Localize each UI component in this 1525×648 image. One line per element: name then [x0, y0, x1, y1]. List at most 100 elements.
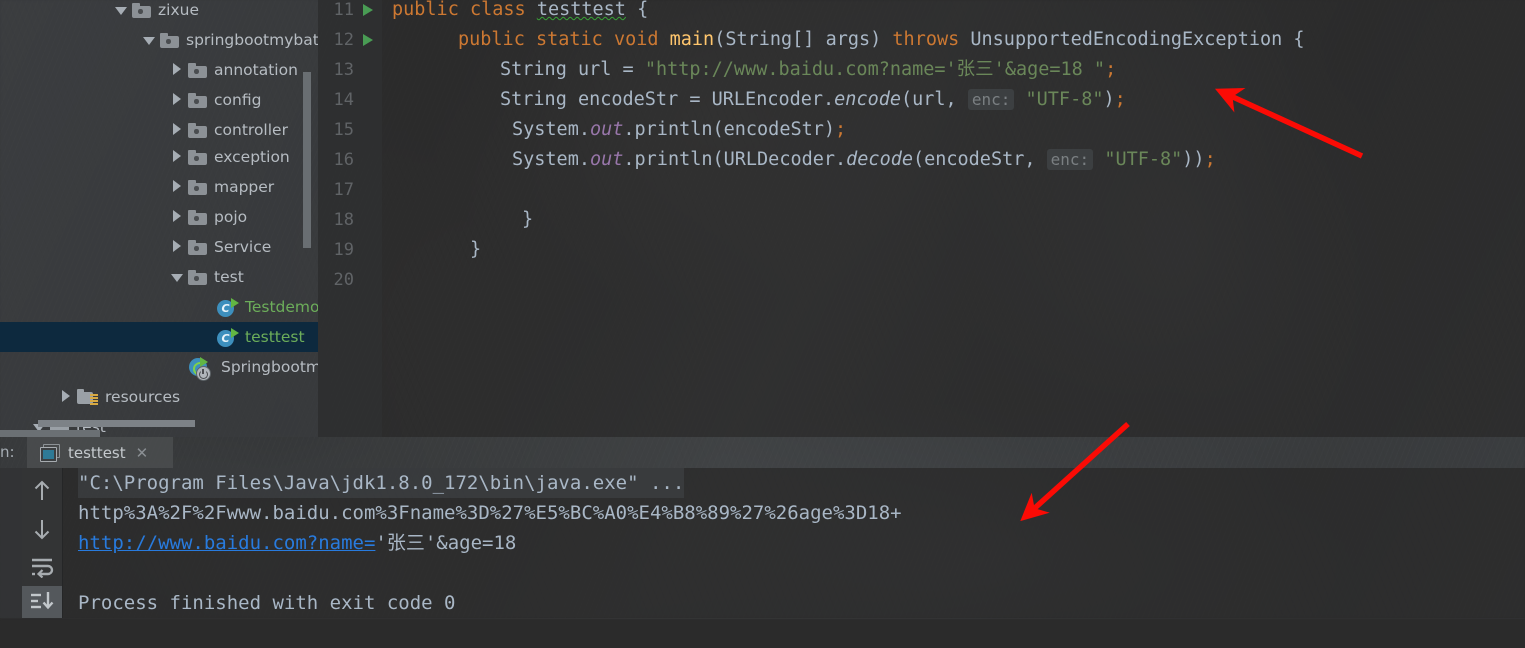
twisty-right-icon[interactable]: [166, 148, 188, 166]
close-brace: }: [470, 239, 482, 260]
gutter-line: 19: [318, 235, 382, 265]
string-literal-utf8: "UTF-8": [1025, 89, 1104, 110]
scroll-to-end-icon[interactable]: [22, 586, 62, 618]
soft-wrap-glyph: [32, 558, 54, 578]
java-class-run-icon: C: [217, 297, 239, 317]
soft-wrap-icon[interactable]: [22, 548, 62, 586]
class-name: testtest: [536, 0, 626, 20]
field-out: out: [589, 119, 624, 140]
code-line-12: public static void main(String[] args) t…: [458, 25, 1305, 55]
sidebar-vertical-scrollbar[interactable]: [303, 72, 311, 248]
console-line-process-finished: Process finished with exit code 0: [78, 592, 456, 614]
gutter-line: 18: [318, 205, 382, 235]
tree-item-pojo[interactable]: pojo: [0, 202, 318, 232]
tree-item-service[interactable]: Service: [0, 232, 318, 262]
code-editor[interactable]: 11 12 13 14 15 16 17 18 19 20 public cla…: [318, 0, 1525, 437]
twisty-right-icon[interactable]: [166, 91, 188, 109]
console-line-java-command: "C:\Program Files\Java\jdk1.8.0_172\bin\…: [78, 468, 685, 498]
project-tool-window[interactable]: zixue springbootmybat annotation config: [0, 0, 318, 437]
resources-folder-icon: [77, 389, 98, 405]
twisty-down-icon[interactable]: [166, 268, 188, 286]
class-system: System: [512, 119, 579, 140]
console-output-text[interactable]: "C:\Program Files\Java\jdk1.8.0_172\bin\…: [62, 468, 1525, 618]
close-brace: }: [522, 209, 534, 230]
dot: .: [823, 89, 835, 110]
sidebar-horizontal-scrollbar-secondary[interactable]: [0, 430, 100, 437]
twisty-down-icon[interactable]: [138, 31, 160, 49]
tree-item-test-package[interactable]: test: [0, 262, 318, 292]
class-system: System: [512, 149, 579, 170]
twisty-down-icon[interactable]: [110, 1, 132, 19]
console-toolbar[interactable]: [0, 468, 63, 618]
twisty-right-icon[interactable]: [55, 388, 77, 406]
semicolon: ;: [1114, 89, 1126, 110]
run-gutter-icon[interactable]: [363, 4, 373, 16]
tree-item-config[interactable]: config: [0, 85, 318, 115]
run-tab-testtest[interactable]: testtest ✕: [27, 437, 173, 468]
tree-item-controller[interactable]: controller: [0, 115, 318, 145]
tree-item-testtest[interactable]: C testtest: [0, 322, 318, 352]
tree-item-resources[interactable]: resources: [0, 382, 318, 412]
exception-type: UnsupportedEncodingException: [970, 29, 1283, 50]
editor-text-area[interactable]: public class testtest { public static vo…: [382, 0, 1525, 437]
up-arrow-glyph: [34, 480, 50, 500]
spring-boot-app-icon: [189, 356, 214, 381]
editor-gutter[interactable]: 11 12 13 14 15 16 17 18 19 20: [318, 0, 382, 437]
open-brace: {: [1293, 29, 1305, 50]
string-literal-utf8: "UTF-8": [1104, 149, 1183, 170]
dot: .: [578, 149, 590, 170]
console-line-decoded-url[interactable]: http://www.baidu.com?name='张三'&age=18: [78, 528, 516, 558]
tree-item-label: Testdemo: [245, 298, 318, 316]
equals-operator: =: [689, 89, 701, 110]
code-line-13: String url = "http://www.baidu.com?name=…: [500, 55, 1116, 85]
code-line-11: public class testtest {: [392, 0, 648, 25]
gutter-line: 14: [318, 85, 382, 115]
variable-url: url: [577, 59, 612, 80]
type-string: String: [500, 59, 567, 80]
line-number: 20: [333, 270, 354, 290]
equals-operator: =: [622, 59, 634, 80]
close-paren: )): [1182, 149, 1205, 170]
package-folder-icon: [188, 239, 207, 255]
method-params: (String[] args): [714, 29, 882, 50]
run-gutter-icon[interactable]: [363, 34, 373, 46]
package-folder-icon: [188, 209, 207, 225]
tree-item-springbootmybatis[interactable]: springbootmybat: [0, 25, 318, 55]
dot: .: [578, 119, 590, 140]
parameter-hint-enc: enc:: [967, 89, 1015, 110]
twisty-right-icon[interactable]: [166, 121, 188, 139]
class-urlencoder: URLEncoder: [711, 89, 824, 110]
tree-item-label: exception: [214, 148, 290, 166]
gutter-line: 11: [318, 0, 382, 25]
sidebar-horizontal-scrollbar[interactable]: [38, 420, 195, 427]
run-console-panel[interactable]: "C:\Program Files\Java\jdk1.8.0_172\bin\…: [0, 468, 1525, 618]
twisty-right-icon[interactable]: [166, 61, 188, 79]
tree-item-label: zixue: [158, 1, 199, 19]
method-println: println(URLDecoder.: [634, 149, 847, 170]
twisty-right-icon[interactable]: [166, 178, 188, 196]
twisty-right-icon[interactable]: [166, 208, 188, 226]
down-arrow-icon[interactable]: [22, 510, 62, 548]
run-tab-label: testtest: [68, 443, 126, 462]
field-out: out: [589, 149, 624, 170]
java-class-run-icon: C: [217, 327, 239, 347]
parameter-hint-enc: enc:: [1046, 149, 1094, 170]
tree-item-testdemo[interactable]: C Testdemo: [0, 292, 318, 322]
up-arrow-icon[interactable]: [22, 472, 62, 510]
close-icon[interactable]: ✕: [136, 444, 149, 462]
keyword-static: static: [535, 29, 603, 50]
console-hyperlink[interactable]: http://www.baidu.com?name=: [78, 532, 375, 554]
tree-item-mapper[interactable]: mapper: [0, 172, 318, 202]
tree-item-label: resources: [105, 388, 181, 406]
line-number: 18: [333, 210, 354, 230]
line-number: 14: [333, 90, 354, 110]
tree-item-annotation[interactable]: annotation: [0, 55, 318, 85]
tree-item-springboot-application[interactable]: Springbootm: [0, 352, 318, 382]
package-folder-icon: [188, 122, 207, 138]
twisty-right-icon[interactable]: [166, 238, 188, 256]
package-folder-icon: [160, 32, 179, 48]
tree-item-label: springbootmybat: [186, 31, 318, 49]
tree-item-zixue[interactable]: zixue: [0, 0, 318, 25]
semicolon: ;: [1105, 59, 1117, 80]
tree-item-exception[interactable]: exception: [0, 142, 318, 172]
